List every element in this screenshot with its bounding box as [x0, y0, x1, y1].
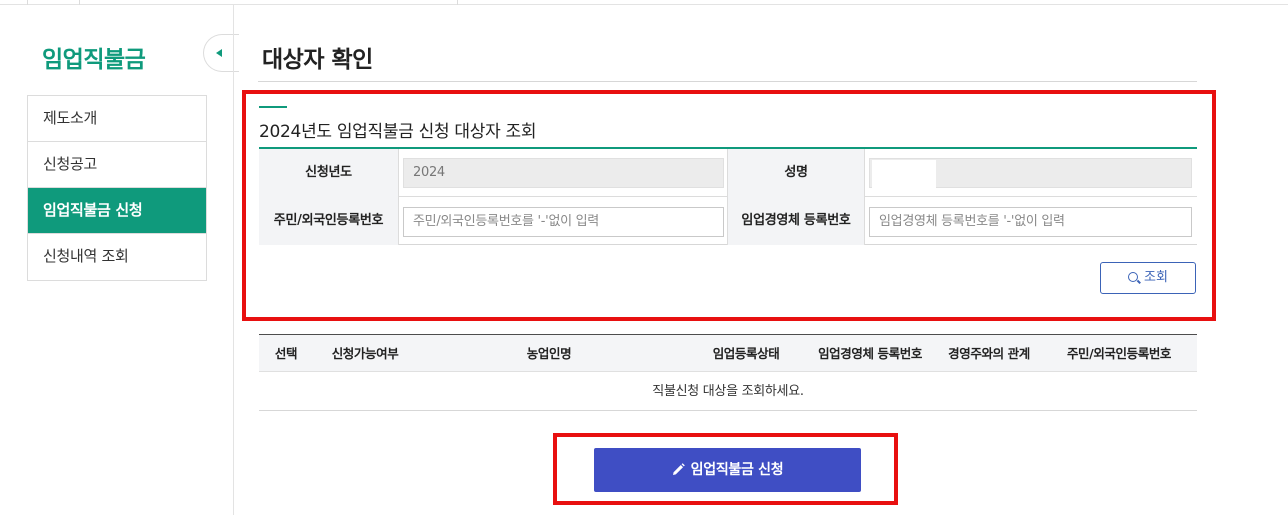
rrn-label: 주민/외국인등록번호 [259, 197, 399, 245]
section-title: 2024년도 임업직불금 신청 대상자 조회 [259, 122, 537, 142]
sidebar-item-apply[interactable]: 임업직불금 신청 [28, 188, 206, 234]
search-button-label: 조회 [1144, 270, 1168, 285]
name-mask [872, 160, 936, 188]
apply-button[interactable]: 임업직불금 신청 [594, 448, 861, 492]
col-relation: 경영주와의 관계 [948, 346, 1030, 361]
col-rrn: 주민/외국인등록번호 [1066, 346, 1172, 361]
sidebar-divider [233, 5, 234, 515]
biz-number-input[interactable]: 임업경영체 등록번호를 '-'없이 입력 [869, 207, 1192, 237]
form-row-2: 주민/외국인등록번호 주민/외국인등록번호를 '-'없이 입력 임업경영체 등록… [259, 197, 1197, 245]
sidebar-title: 임업직불금 [42, 47, 146, 73]
name-label: 성명 [727, 149, 865, 197]
biz-number-label: 임업경영체 등록번호 [727, 197, 865, 245]
col-reg-status: 임업등록상태 [712, 346, 780, 361]
col-select: 선택 [274, 346, 298, 361]
lookup-form: 신청년도 2024 성명 주민/외국인등록번호 주민/외국인등록번호를 '-'없… [259, 147, 1197, 245]
sidebar-item-intro[interactable]: 제도소개 [28, 96, 206, 142]
pencil-icon [672, 463, 685, 475]
results-table: 선택 신청가능여부 농업인명 임업등록상태 임업경영체 등록번호 경영주와의 관… [259, 334, 1197, 411]
empty-message: 직불신청 대상을 조회하세요. [652, 384, 804, 399]
top-tab-strip [0, 0, 1288, 5]
col-farmer-name: 농업인명 [526, 346, 572, 361]
rrn-input[interactable]: 주민/외국인등록번호를 '-'없이 입력 [403, 207, 724, 237]
apply-button-label: 임업직불금 신청 [690, 462, 784, 478]
sidebar-item-history[interactable]: 신청내역 조회 [28, 234, 206, 280]
form-row-1: 신청년도 2024 성명 [259, 149, 1197, 197]
results-header: 선택 신청가능여부 농업인명 임업등록상태 임업경영체 등록번호 경영주와의 관… [259, 335, 1197, 372]
search-button[interactable]: 조회 [1100, 262, 1196, 294]
section-accent [259, 106, 287, 108]
page-title: 대상자 확인 [262, 47, 373, 73]
title-divider [258, 81, 1197, 82]
year-field: 2024 [403, 158, 724, 188]
year-label: 신청년도 [259, 149, 399, 197]
arrow-left-icon [216, 49, 222, 57]
sidebar-menu: 제도소개 신청공고 임업직불금 신청 신청내역 조회 [27, 95, 207, 281]
sidebar-item-notice[interactable]: 신청공고 [28, 142, 206, 188]
search-icon [1128, 272, 1139, 282]
col-eligibility: 신청가능여부 [331, 346, 399, 361]
col-biz-number: 임업경영체 등록번호 [818, 346, 922, 361]
